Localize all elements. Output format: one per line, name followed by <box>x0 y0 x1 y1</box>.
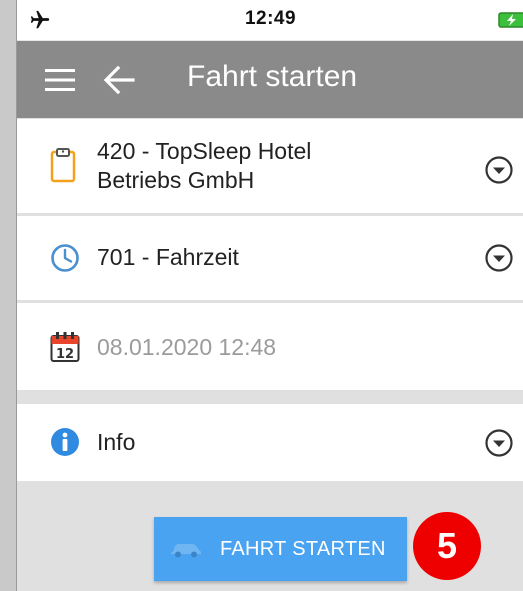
step-number-badge: 5 <box>413 512 481 580</box>
app-bar: Fahrt starten <box>17 41 523 118</box>
info-icon <box>51 428 79 456</box>
chevron-down-circle-icon[interactable] <box>484 428 514 458</box>
customer-line-2: Betriebs GmbH <box>97 167 255 193</box>
customer-line-1: 420 - TopSleep Hotel <box>97 138 312 164</box>
clipboard-icon <box>50 148 76 183</box>
customer-text: 420 - TopSleep Hotel Betriebs GmbH <box>97 137 311 195</box>
start-trip-label: FAHRT STARTEN <box>220 538 386 560</box>
calendar-icon: 12 <box>50 332 80 362</box>
car-icon <box>171 544 201 558</box>
battery-charging-icon <box>498 12 523 28</box>
page-title: Fahrt starten <box>187 60 358 93</box>
datetime-row: 12 08.01.2020 12:48 <box>17 303 523 390</box>
activity-row[interactable]: 701 - Fahrzeit <box>17 216 523 300</box>
back-arrow-icon[interactable] <box>103 65 135 95</box>
start-trip-button[interactable]: FAHRT STARTEN <box>154 517 407 581</box>
phone-screen: 12:49 Fahrt starten 420 - TopSleep Hotel… <box>16 0 523 591</box>
clock-icon <box>51 244 79 272</box>
chevron-down-circle-icon[interactable] <box>484 155 514 185</box>
datetime-text: 08.01.2020 12:48 <box>97 334 277 360</box>
info-label: Info <box>97 429 136 455</box>
calendar-day: 12 <box>56 347 74 362</box>
menu-icon[interactable] <box>45 68 75 92</box>
info-row[interactable]: Info <box>17 404 523 481</box>
chevron-down-circle-icon[interactable] <box>484 243 514 273</box>
activity-text: 701 - Fahrzeit <box>97 244 239 270</box>
customer-row[interactable]: 420 - TopSleep Hotel Betriebs GmbH <box>17 119 523 213</box>
status-time: 12:49 <box>244 8 297 29</box>
status-bar: 12:49 <box>17 0 523 41</box>
